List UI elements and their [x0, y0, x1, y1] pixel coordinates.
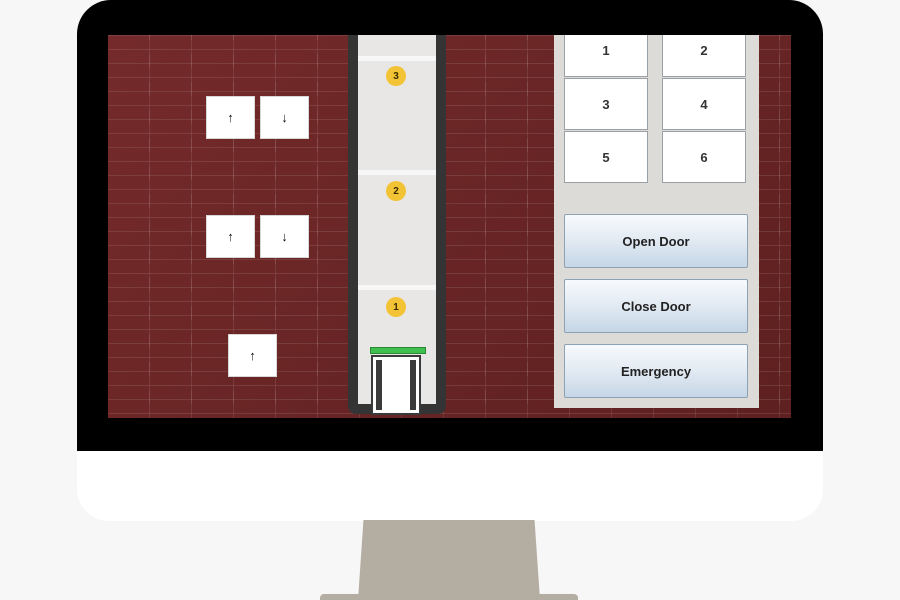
floor-button-3[interactable]: 3 [564, 78, 648, 130]
floor-button-2[interactable]: 2 [662, 35, 746, 77]
open-door-button[interactable]: Open Door [564, 214, 748, 268]
car-door-right [410, 360, 416, 410]
elevator-shaft: 3 2 1 [348, 35, 446, 415]
floor-button-5[interactable]: 5 [564, 131, 648, 183]
shaft-floor-2: 2 [358, 175, 436, 285]
up-arrow-icon: ↑ [227, 110, 234, 125]
elevator-simulator-screen: ↑ ↓ ↑ ↓ ↑ 3 2 1 1 2 3 4 5 6 Open Door Cl… [108, 35, 791, 418]
monitor-chin [77, 451, 823, 521]
shaft-top-section [358, 35, 436, 56]
floor3-up-call-button[interactable]: ↑ [206, 96, 255, 139]
monitor-base [320, 594, 578, 600]
floor-number-badge: 2 [386, 181, 406, 201]
floor-number-badge: 3 [386, 66, 406, 86]
car-position-indicator [370, 347, 426, 354]
floor1-up-call-button[interactable]: ↑ [228, 334, 277, 377]
elevator-control-panel: 1 2 3 4 5 6 Open Door Close Door Emergen… [554, 35, 759, 408]
up-arrow-icon: ↑ [227, 229, 234, 244]
monitor-stand [358, 520, 540, 600]
down-arrow-icon: ↓ [281, 229, 288, 244]
floor2-down-call-button[interactable]: ↓ [260, 215, 309, 258]
floor2-up-call-button[interactable]: ↑ [206, 215, 255, 258]
floor-button-1[interactable]: 1 [564, 35, 648, 77]
elevator-car [371, 355, 421, 415]
shaft-floor-3: 3 [358, 61, 436, 170]
up-arrow-icon: ↑ [249, 348, 256, 363]
emergency-button[interactable]: Emergency [564, 344, 748, 398]
floor-button-4[interactable]: 4 [662, 78, 746, 130]
close-door-button[interactable]: Close Door [564, 279, 748, 333]
floor3-down-call-button[interactable]: ↓ [260, 96, 309, 139]
down-arrow-icon: ↓ [281, 110, 288, 125]
car-door-left [376, 360, 382, 410]
floor-number-badge: 1 [386, 297, 406, 317]
floor-button-6[interactable]: 6 [662, 131, 746, 183]
